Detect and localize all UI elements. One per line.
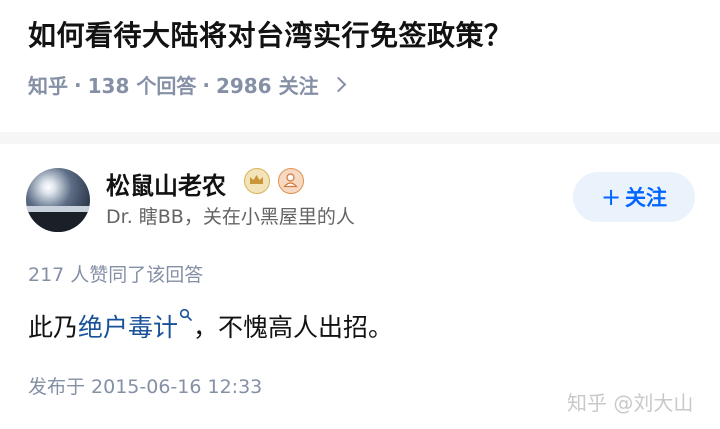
meta-separator: · (202, 72, 210, 97)
follow-button[interactable]: + 关注 (573, 172, 695, 222)
search-icon[interactable] (179, 299, 193, 321)
answer-text-before: 此乃 (28, 313, 79, 342)
vote-count: 217 人赞同了该回答 (28, 264, 204, 286)
search-link[interactable]: 绝户毒计 (78, 308, 178, 344)
publish-time: 发布于 2015-06-16 12:33 (28, 376, 263, 398)
author-description: Dr. 瞎BB，关在小黑屋里的人 (106, 206, 355, 228)
answer-count: 138 个回答 (87, 74, 197, 98)
user-badge-icon[interactable] (278, 168, 304, 194)
plus-icon: + (600, 183, 622, 211)
watermark: 知乎 @刘大山 (567, 391, 694, 415)
follower-count: 2986 关注 (215, 74, 319, 98)
section-divider (0, 132, 720, 144)
meta-separator: · (74, 72, 82, 97)
chevron-right-icon (330, 76, 346, 93)
avatar[interactable] (26, 168, 90, 232)
crown-badge-icon[interactable] (244, 168, 270, 194)
author-name[interactable]: 松鼠山老农 (106, 166, 226, 201)
question-title[interactable]: 如何看待大陆将对台湾实行免签政策？ (28, 14, 513, 54)
question-meta[interactable]: 知乎 · 138 个回答 · 2986 关注 (28, 70, 346, 99)
follow-label: 关注 (625, 186, 668, 210)
platform-label: 知乎 (28, 74, 68, 98)
answer-page: 如何看待大陆将对台湾实行免签政策？ 知乎 · 138 个回答 · 2986 关注… (0, 0, 720, 429)
answer-text-after: ，不愧高人出招。 (193, 313, 394, 342)
answer-content: 此乃 绝户毒计 ，不愧高人出招。 (28, 308, 393, 344)
